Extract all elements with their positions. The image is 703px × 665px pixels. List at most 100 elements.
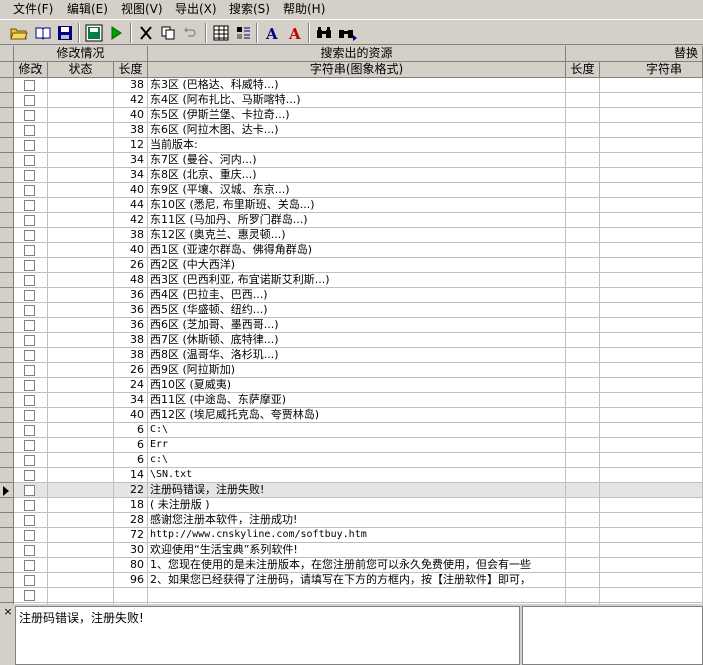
modify-cell[interactable] [14,408,48,423]
table-row[interactable]: 36 西6区 (芝加哥、墨西哥...) [0,318,703,333]
string-cell[interactable]: 西1区 (亚速尔群岛、佛得角群岛) [148,243,566,258]
table-row[interactable]: 40 东5区 (伊斯兰堡、卡拉奇...) [0,108,703,123]
row-indicator[interactable] [0,558,14,573]
modify-checkbox[interactable] [24,230,35,241]
string-cell[interactable]: 注册码错误，注册失败! [148,483,566,498]
replace-string-cell[interactable] [600,318,703,333]
font-red-icon[interactable]: A [285,23,305,43]
modify-cell[interactable] [14,468,48,483]
replace-string-cell[interactable] [600,378,703,393]
string-cell[interactable]: 西2区 (中大西洋) [148,258,566,273]
string-cell[interactable] [148,588,566,603]
table-row[interactable]: 28 感谢您注册本软件，注册成功! [0,513,703,528]
modify-checkbox[interactable] [24,275,35,286]
modify-checkbox[interactable] [24,305,35,316]
modify-checkbox[interactable] [24,80,35,91]
row-indicator[interactable] [0,363,14,378]
modify-cell[interactable] [14,423,48,438]
string-cell[interactable]: ( 未注册版 ) [148,498,566,513]
row-indicator[interactable] [0,453,14,468]
table-row[interactable]: 14 \SN.txt [0,468,703,483]
table-row[interactable]: 38 西7区 (休斯顿、底特律...) [0,333,703,348]
modify-cell[interactable] [14,393,48,408]
table-row[interactable]: 38 东3区 (巴格达、科威特...) [0,78,703,93]
replace-string-cell[interactable] [600,153,703,168]
modify-cell[interactable] [14,168,48,183]
replace-string-cell[interactable] [600,273,703,288]
modify-checkbox[interactable] [24,515,35,526]
replace-length-cell[interactable] [566,108,600,123]
row-indicator[interactable] [0,438,14,453]
modify-cell[interactable] [14,318,48,333]
header-col-replace-string[interactable]: 字符串 [600,62,703,78]
string-cell[interactable]: c:\ [148,453,566,468]
string-cell[interactable]: 东12区 (奥克兰、惠灵顿...) [148,228,566,243]
modify-checkbox[interactable] [24,215,35,226]
modify-cell[interactable] [14,183,48,198]
replace-string-cell[interactable] [600,573,703,588]
string-cell[interactable]: 西10区 (夏威夷) [148,378,566,393]
modify-cell[interactable] [14,213,48,228]
table-row[interactable]: 42 东11区 (马加丹、所罗门群岛...) [0,213,703,228]
modify-cell[interactable] [14,198,48,213]
row-indicator[interactable] [0,513,14,528]
string-cell[interactable]: 感谢您注册本软件，注册成功! [148,513,566,528]
table-row[interactable]: 48 西3区 (巴西利亚, 布宜诺斯艾利斯...) [0,273,703,288]
string-cell[interactable]: 欢迎使用“生活宝典”系列软件! [148,543,566,558]
replace-length-cell[interactable] [566,588,600,603]
replace-string-cell[interactable] [600,453,703,468]
modify-cell[interactable] [14,243,48,258]
modify-cell[interactable] [14,333,48,348]
header-col-length[interactable]: 长度 [114,62,148,78]
table-row[interactable]: 30 欢迎使用“生活宝典”系列软件! [0,543,703,558]
modify-checkbox[interactable] [24,410,35,421]
row-indicator[interactable] [0,228,14,243]
table-row[interactable] [0,588,703,603]
modify-cell[interactable] [14,363,48,378]
run-icon[interactable] [106,23,126,43]
replace-length-cell[interactable] [566,138,600,153]
modify-checkbox[interactable] [24,320,35,331]
replace-length-cell[interactable] [566,348,600,363]
modify-checkbox[interactable] [24,455,35,466]
string-cell[interactable]: 东10区 (悉尼, 布里斯班、关岛...) [148,198,566,213]
modify-cell[interactable] [14,153,48,168]
string-cell[interactable]: 东5区 (伊斯兰堡、卡拉奇...) [148,108,566,123]
replace-length-cell[interactable] [566,78,600,93]
modify-checkbox[interactable] [24,110,35,121]
row-indicator[interactable] [0,273,14,288]
string-cell[interactable]: 西6区 (芝加哥、墨西哥...) [148,318,566,333]
row-indicator[interactable] [0,573,14,588]
modify-checkbox[interactable] [24,260,35,271]
header-col-string[interactable]: 字符串(图象格式) [148,62,566,78]
string-cell[interactable]: http://www.cnskyline.com/softbuy.htm [148,528,566,543]
replace-length-cell[interactable] [566,408,600,423]
modify-checkbox[interactable] [24,335,35,346]
string-cell[interactable]: 西4区 (巴拉圭、巴西...) [148,288,566,303]
replace-length-cell[interactable] [566,573,600,588]
row-indicator[interactable] [0,168,14,183]
row-indicator[interactable] [0,93,14,108]
replace-length-cell[interactable] [566,528,600,543]
replace-length-cell[interactable] [566,378,600,393]
cut-icon[interactable] [136,23,156,43]
menu-file[interactable]: 文件(F) [13,1,53,17]
replace-length-cell[interactable] [566,243,600,258]
table-row[interactable]: 34 东7区 (曼谷、河内...) [0,153,703,168]
row-indicator[interactable] [0,198,14,213]
modify-cell[interactable] [14,558,48,573]
modify-checkbox[interactable] [24,470,35,481]
modify-cell[interactable] [14,513,48,528]
replace-length-cell[interactable] [566,438,600,453]
modify-checkbox[interactable] [24,200,35,211]
string-cell[interactable]: 东4区 (阿布扎比、马斯喀特...) [148,93,566,108]
modify-cell[interactable] [14,438,48,453]
menu-help[interactable]: 帮助(H) [283,1,325,17]
replace-length-cell[interactable] [566,333,600,348]
modify-cell[interactable] [14,93,48,108]
replace-string-cell[interactable] [600,108,703,123]
string-cell[interactable]: 西7区 (休斯顿、底特律...) [148,333,566,348]
replace-string-cell[interactable] [600,393,703,408]
replace-length-cell[interactable] [566,288,600,303]
string-cell[interactable]: 东11区 (马加丹、所罗门群岛...) [148,213,566,228]
